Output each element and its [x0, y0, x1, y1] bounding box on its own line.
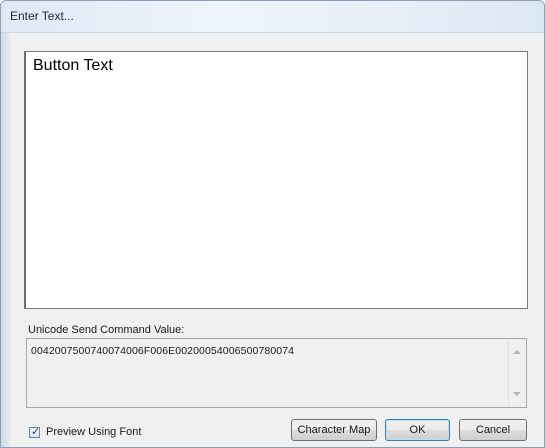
character-map-button[interactable]: Character Map — [291, 419, 377, 441]
scroll-up-arrow-icon[interactable] — [513, 350, 521, 354]
cancel-button[interactable]: Cancel — [459, 419, 527, 441]
unicode-scrollbar[interactable] — [508, 339, 526, 407]
checkmark-icon: ✓ — [31, 424, 41, 438]
preview-using-font-option[interactable]: ✓ Preview Using Font — [29, 424, 141, 440]
ok-button[interactable]: OK — [385, 419, 450, 441]
enter-text-dialog: Enter Text... Button Text Unicode Send C… — [0, 0, 545, 448]
unicode-value-label: Unicode Send Command Value: — [28, 324, 185, 336]
preview-using-font-label: Preview Using Font — [46, 426, 142, 438]
title-bar[interactable]: Enter Text... — [1, 1, 544, 33]
unicode-value-box[interactable]: 0042007500740074006F006E0020005400650078… — [26, 338, 527, 408]
unicode-value-text: 0042007500740074006F006E0020005400650078… — [31, 345, 295, 357]
dialog-title: Enter Text... — [10, 9, 74, 23]
preview-using-font-checkbox[interactable]: ✓ — [29, 424, 41, 438]
left-edge-shadow — [1, 33, 11, 447]
text-input-area[interactable]: Button Text — [24, 51, 528, 309]
scroll-down-arrow-icon[interactable] — [513, 392, 521, 396]
